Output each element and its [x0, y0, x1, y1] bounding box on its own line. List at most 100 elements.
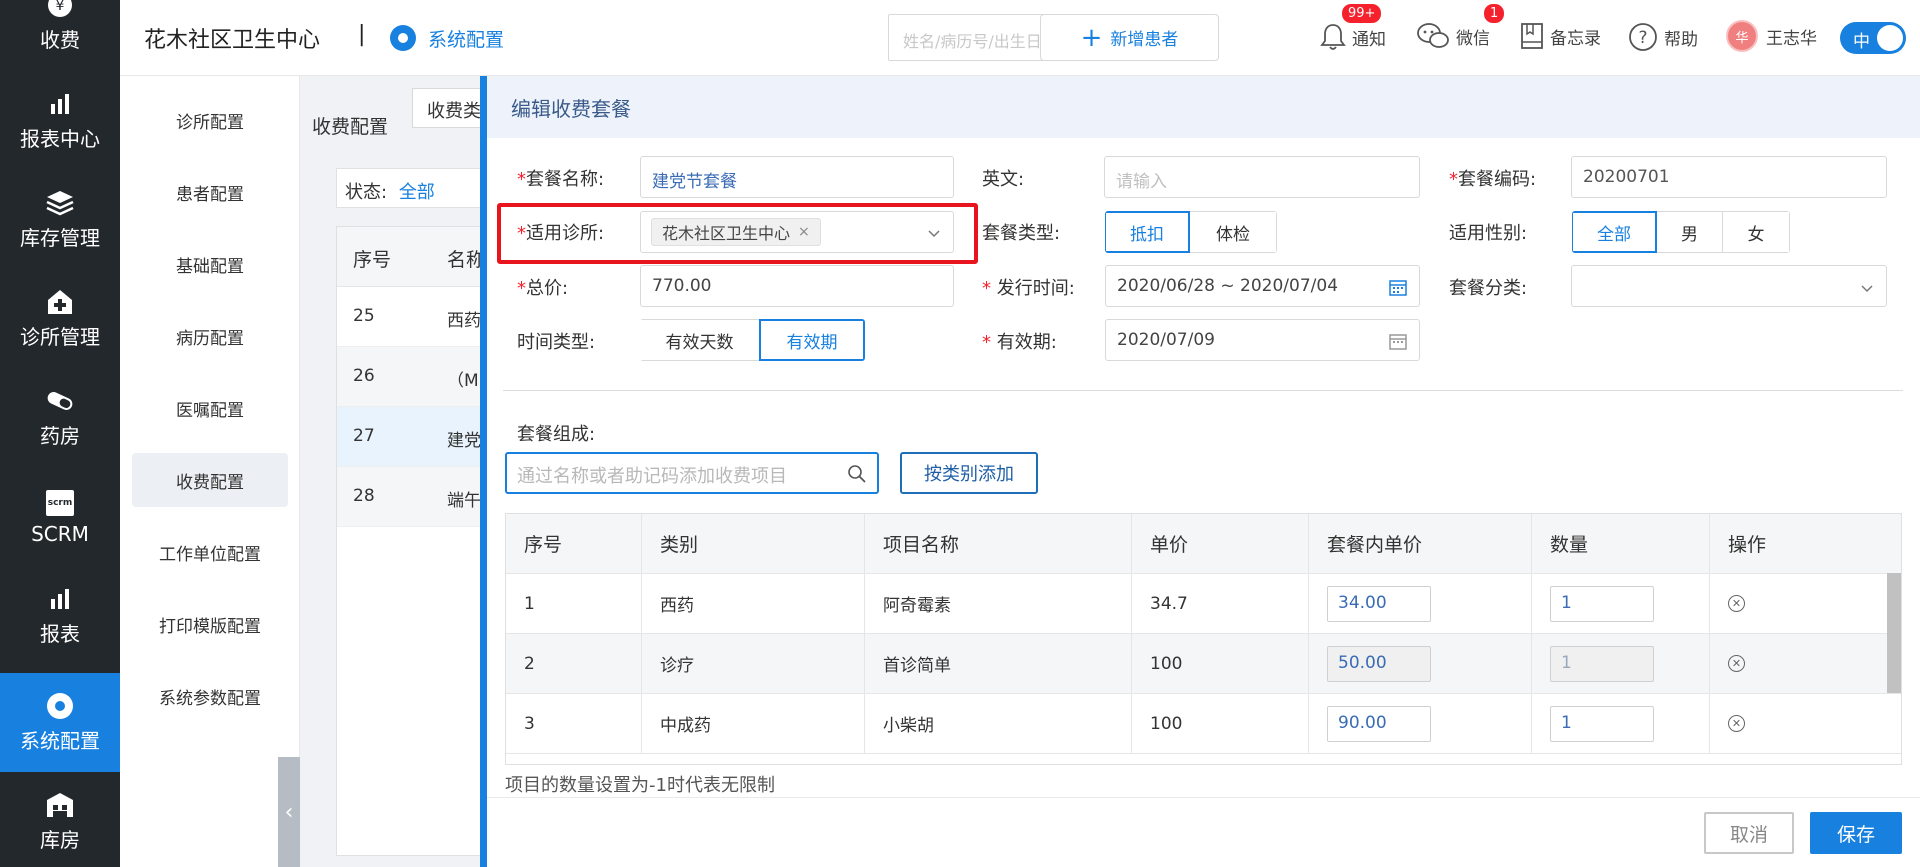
gear-icon	[45, 691, 75, 721]
package-type-label: 套餐类型:	[982, 223, 1061, 244]
type-option-deduct[interactable]: 抵扣	[1105, 211, 1190, 253]
table-header: 序号 类别 项目名称 单价 套餐内单价 数量 操作	[506, 514, 1901, 574]
language-toggle-label: 中	[1853, 32, 1870, 52]
user-menu[interactable]: 华 王志华	[1726, 20, 1817, 52]
remove-circle-icon[interactable]: ✕	[1728, 655, 1745, 672]
table-scrollbar[interactable]	[1887, 573, 1901, 693]
config-item-workunit[interactable]: 工作单位配置	[132, 525, 288, 579]
gender-option-female[interactable]: 女	[1722, 211, 1790, 253]
type-option-checkup[interactable]: 体检	[1189, 211, 1277, 253]
row-name: 西药	[447, 311, 481, 331]
issue-time-value: 2020/06/28 ~ 2020/07/04	[1117, 276, 1339, 296]
notify-badge: 99+	[1342, 4, 1382, 23]
cell-category: 西药	[642, 574, 865, 634]
footer-divider	[487, 797, 1920, 798]
cell-package-price: 50.00	[1309, 634, 1532, 694]
nav-item-inventory[interactable]: 库存管理	[0, 170, 120, 269]
notify-button[interactable]: 通知 99+	[1320, 4, 1386, 52]
config-item-system-params[interactable]: 系统参数配置	[132, 669, 288, 723]
nav-item-clinic-mgmt[interactable]: 诊所管理	[0, 269, 120, 368]
gender-label: 适用性别:	[1449, 223, 1528, 244]
gender-segment: 全部 男 女	[1572, 211, 1790, 253]
nav-item-report[interactable]: 报表	[0, 566, 120, 665]
add-patient-label: 新增患者	[1110, 30, 1179, 50]
package-name-input[interactable]: 建党节套餐	[640, 156, 954, 198]
config-item-print-template[interactable]: 打印模版配置	[132, 597, 288, 651]
cell-price: 100	[1132, 694, 1309, 754]
calendar-icon	[1389, 278, 1407, 301]
search-icon	[847, 464, 867, 489]
svg-text:¥: ¥	[56, 0, 65, 14]
sidebar-collapse-handle[interactable]: ‹	[278, 757, 300, 867]
cell-item-name: 小柴胡	[865, 694, 1132, 754]
add-patient-button[interactable]: + 新增患者	[1040, 14, 1219, 61]
package-price-input[interactable]: 50.00	[1327, 645, 1431, 682]
gender-option-all[interactable]: 全部	[1572, 211, 1657, 253]
qty-hint-note: 项目的数量设置为-1时代表无限制	[505, 775, 775, 796]
toggle-knob	[1877, 25, 1903, 51]
page-title: 收费配置	[312, 116, 389, 138]
nav-item-scrm[interactable]: scrm SCRM	[0, 467, 120, 566]
gender-option-male[interactable]: 男	[1656, 211, 1723, 253]
bar-chart-icon	[45, 584, 75, 614]
time-type-option-days[interactable]: 有效天数	[640, 319, 760, 361]
memo-icon	[1520, 22, 1544, 50]
medical-house-icon	[45, 287, 75, 317]
charge-type-tab-label: 收费类	[427, 101, 481, 122]
config-item-record[interactable]: 病历配置	[132, 309, 288, 363]
config-item-order[interactable]: 医嘱配置	[132, 381, 288, 435]
help-button[interactable]: ? 帮助	[1628, 22, 1698, 52]
wechat-button[interactable]: 微信 1	[1416, 4, 1505, 50]
save-button[interactable]: 保存	[1810, 812, 1902, 854]
wechat-icon	[1416, 22, 1450, 50]
package-price-input[interactable]: 34.00	[1327, 585, 1431, 622]
language-toggle[interactable]: 中	[1840, 22, 1906, 54]
time-type-option-period[interactable]: 有效期	[759, 319, 865, 361]
col-header-qty: 数量	[1532, 514, 1710, 574]
notify-label: 通知	[1352, 29, 1386, 50]
issue-time-range-input[interactable]: 2020/06/28 ~ 2020/07/04	[1105, 265, 1420, 307]
valid-date-input[interactable]: 2020/07/09	[1105, 319, 1420, 361]
status-filter[interactable]: 状态: 全部	[336, 168, 496, 208]
warehouse-icon	[45, 790, 75, 820]
config-item-charge[interactable]: 收费配置	[132, 453, 288, 507]
qty-input[interactable]: 1	[1550, 705, 1654, 742]
nav-item-report-center[interactable]: 报表中心	[0, 71, 120, 170]
remove-circle-icon[interactable]: ✕	[1728, 715, 1745, 732]
english-input[interactable]: 请输入	[1104, 156, 1420, 198]
add-by-category-button[interactable]: 按类别添加	[900, 452, 1038, 494]
nav-item-warehouse[interactable]: 库房	[0, 772, 120, 867]
status-label: 状态:	[345, 182, 388, 203]
package-category-select[interactable]	[1571, 265, 1887, 307]
col-header-no: 序号	[506, 514, 642, 574]
nav-label: 库存管理	[20, 226, 100, 250]
memo-button[interactable]: 备忘录	[1520, 22, 1601, 50]
bell-icon	[1320, 22, 1346, 52]
title-separator: |	[358, 22, 366, 47]
row-name: 建党	[447, 431, 481, 451]
highlight-box	[497, 203, 978, 264]
nav-label: 收费	[40, 28, 80, 52]
package-price-input[interactable]: 90.00	[1327, 705, 1431, 742]
table-row: 1 西药 阿奇霉素 34.7 34.00 1 ✕	[506, 574, 1901, 634]
config-item-patient[interactable]: 患者配置	[132, 165, 288, 219]
nav-item-pharmacy[interactable]: 药房	[0, 368, 120, 467]
remove-circle-icon[interactable]: ✕	[1728, 595, 1745, 612]
total-price-input[interactable]: 770.00	[640, 265, 954, 307]
qty-input[interactable]: 1	[1550, 585, 1654, 622]
col-header-action: 操作	[1710, 514, 1901, 574]
config-item-clinic[interactable]: 诊所配置	[132, 93, 288, 147]
cell-price: 34.7	[1132, 574, 1309, 634]
add-item-search-input[interactable]: 通过名称或者助记码添加收费项目	[505, 452, 879, 494]
nav-item-system-config[interactable]: 系统配置	[0, 673, 120, 772]
pill-icon	[45, 386, 75, 416]
package-code-input[interactable]: 20200701	[1571, 156, 1887, 198]
table-row: 3 中成药 小柴胡 100 90.00 1 ✕	[506, 694, 1901, 754]
nav-item-charge[interactable]: ¥ 收费	[0, 0, 120, 71]
cancel-button[interactable]: 取消	[1704, 812, 1794, 854]
cell-action: ✕	[1710, 694, 1901, 754]
cell-price: 100	[1132, 634, 1309, 694]
qty-input[interactable]: 1	[1550, 645, 1654, 682]
config-item-basic[interactable]: 基础配置	[132, 237, 288, 291]
wechat-label: 微信	[1456, 28, 1490, 49]
